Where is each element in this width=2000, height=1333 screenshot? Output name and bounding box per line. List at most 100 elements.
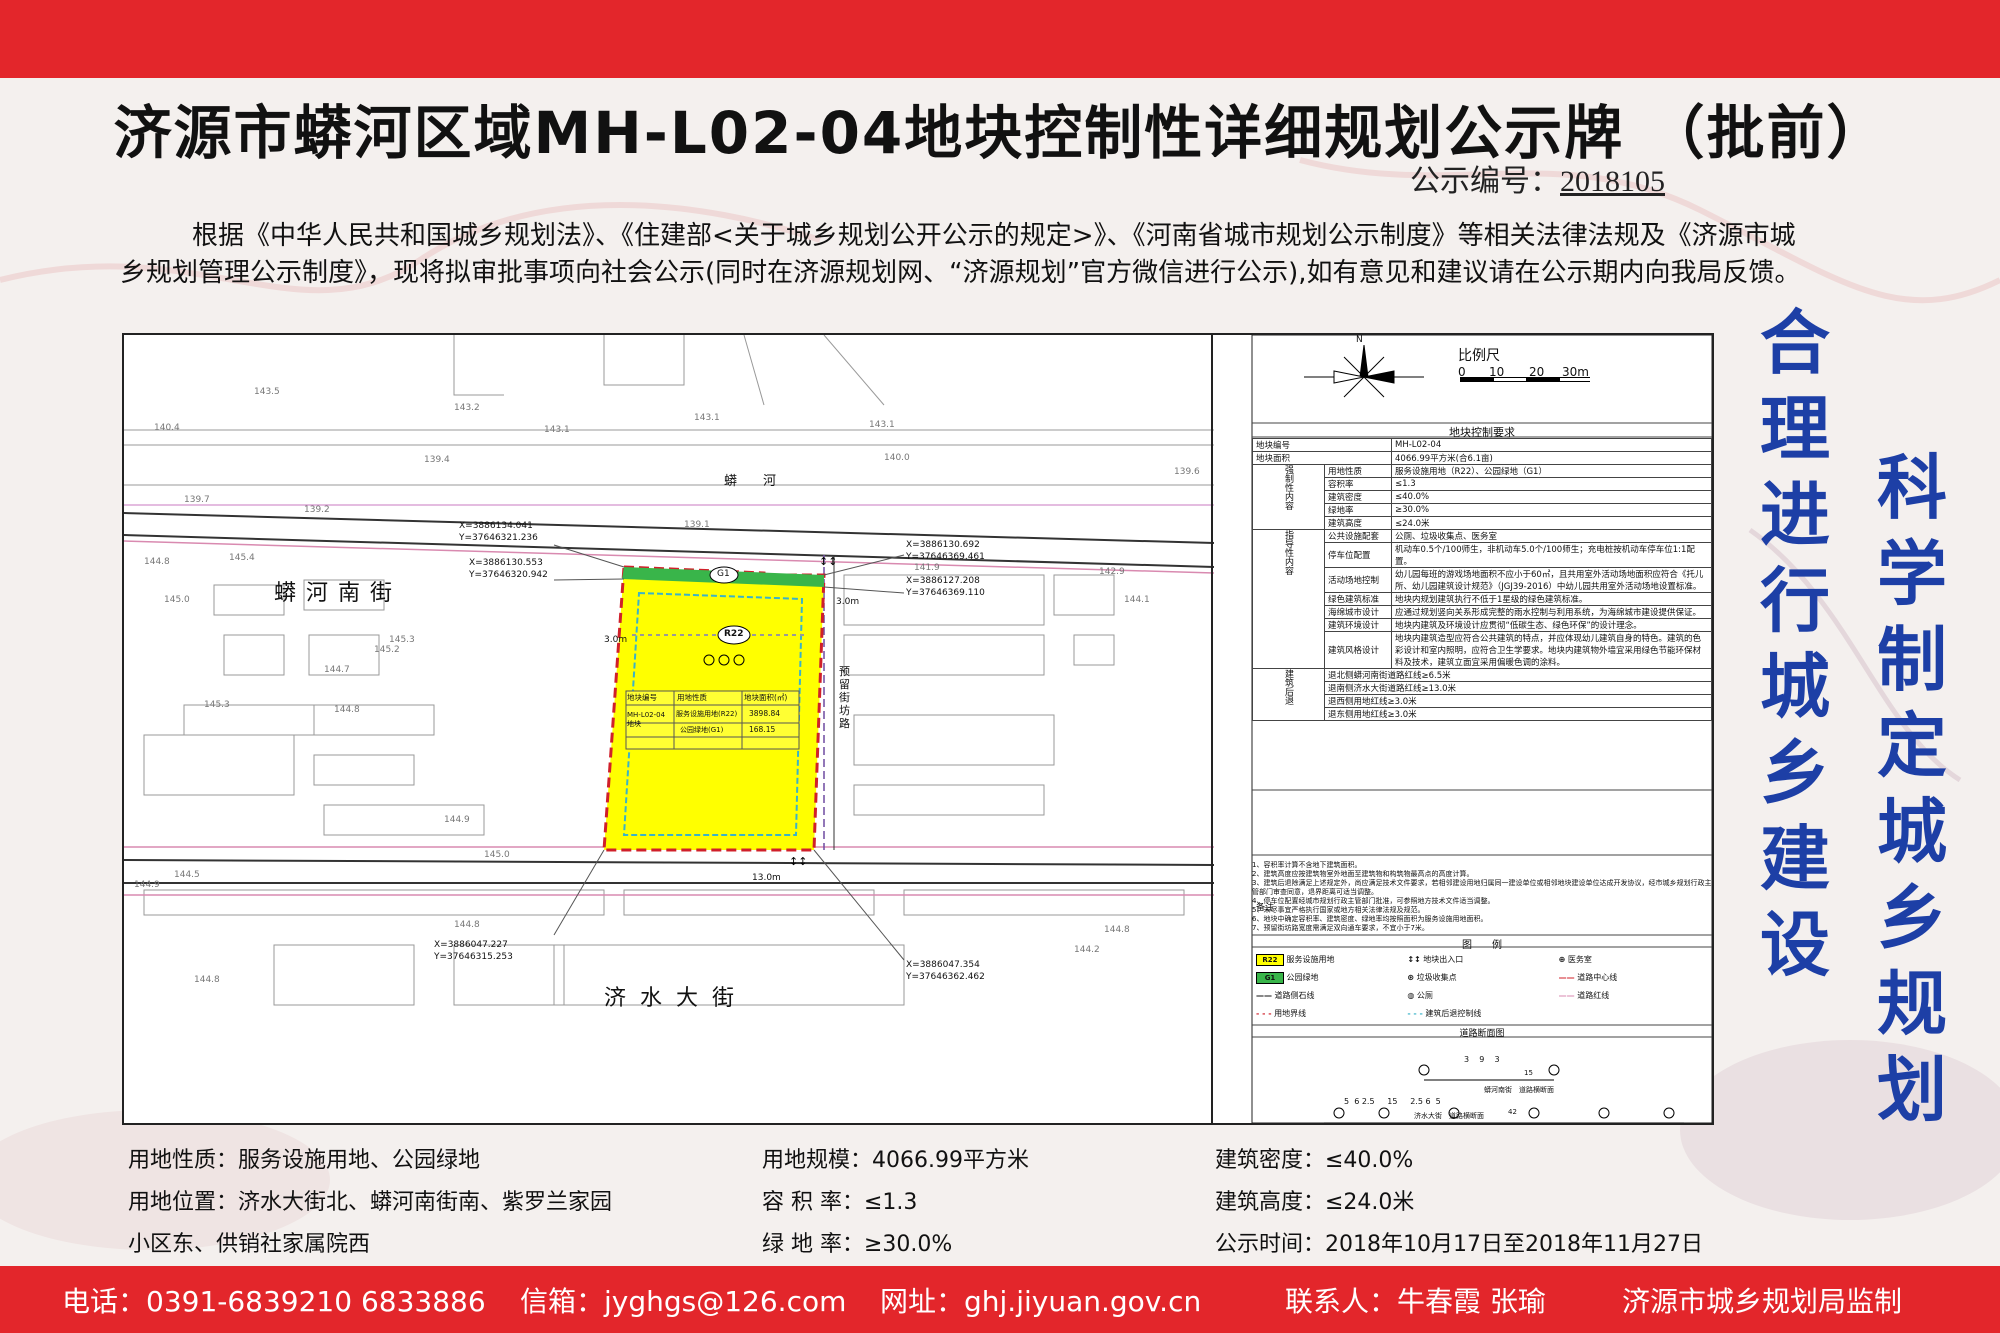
coord-4-y: Y=37646369.110 — [906, 588, 985, 598]
building-density: 建筑密度：≤40.0% — [1215, 1148, 1414, 1173]
mandatory-label: 强制性内容 — [1252, 464, 1325, 530]
legend-item-setback: - - - 建筑后退控制线 — [1407, 1005, 1558, 1023]
scale-tick-10: 10 — [1489, 365, 1505, 379]
section1-total: 15 — [1524, 1069, 1533, 1077]
svg-text:↕↕: ↕↕ — [789, 855, 807, 868]
legend-item-r22: R22 服务设施用地 — [1256, 951, 1407, 969]
control-row: 地块编号 MH-L02-04 — [1252, 438, 1712, 452]
legend-item-centerline: —— 道路中心线 — [1559, 969, 1710, 987]
coord-3: X=3886130.692 Y=37646369.461 — [906, 539, 985, 563]
cell: 绿色建筑标准 — [1324, 592, 1392, 606]
cell: 地块面积 — [1252, 451, 1392, 465]
legend-title: 图 例 — [1462, 940, 1502, 951]
note-line: 7、预留街坊路宽度需满足双向通车要求，不宜小于7米。 — [1252, 924, 1429, 932]
slogan-right: 科学制定城乡规划 — [1877, 447, 1947, 1131]
plot-ratio: 容 积 率：≤1.3 — [762, 1190, 918, 1215]
coord-2: X=3886130.553 Y=37646320.942 — [469, 557, 548, 581]
legend-item-entrance: ↕↕ 地块出入口 — [1407, 951, 1558, 969]
elevation-label: 143.1 — [694, 413, 720, 423]
elevation-label: 144.8 — [1104, 925, 1130, 935]
coord-6-y: Y=37646362.462 — [906, 972, 985, 982]
legend-item-g1: G1 公园绿地 — [1256, 969, 1407, 987]
publication-number-value: 2018105 — [1560, 165, 1665, 198]
inner-table-r2-type: 公园绿地(G1) — [680, 726, 724, 734]
elevation-label: 140.0 — [884, 453, 910, 463]
cell: 退南侧济水大街道路红线≥13.0米 — [1324, 681, 1712, 695]
clinic-icon: ⊕ — [1558, 955, 1566, 964]
legend-label: 医务室 — [1567, 955, 1592, 964]
section2-dims: 5 6 2.5 15 2.5 6 5 — [1344, 1097, 1441, 1106]
inner-table-h2: 用地性质 — [677, 693, 707, 702]
note-line: 1、容积率计算不含地下建筑面积。 — [1252, 861, 1362, 869]
legend-label: 道路中心线 — [1577, 973, 1618, 982]
footer-email[interactable]: 信箱：jyghgs@126.com — [520, 1280, 846, 1320]
cell: 退西侧用地红线≥3.0米 — [1324, 694, 1712, 708]
section1-dim: 3 — [1494, 1055, 1500, 1064]
scale-title: 比例尺 — [1458, 348, 1500, 364]
coord-5-x: X=3886047.227 — [434, 940, 508, 950]
cell: 地块内规划建筑执行不低于1星级的绿色建筑标准。 — [1391, 592, 1712, 606]
elevation-label: 139.2 — [304, 505, 330, 515]
land-scale: 用地规模：4066.99平方米 — [762, 1148, 1029, 1173]
note-line: 6、地块中确定容积率、建筑密度、绿地率均按照面积为服务设施用地面积。 — [1252, 915, 1488, 923]
cell: ≤1.3 — [1391, 477, 1712, 491]
cell: 建筑风格设计 — [1324, 631, 1392, 669]
toilet-icon: ◍ — [1407, 991, 1415, 1000]
footer-website[interactable]: 网址：ghj.jiyuan.gov.cn — [880, 1280, 1201, 1320]
coord-5: X=3886047.227 Y=37646315.253 — [434, 939, 513, 963]
cell: 建筑环境设计 — [1324, 618, 1392, 632]
elevation-label: 144.9 — [444, 815, 470, 825]
elevation-label: 142.9 — [1099, 567, 1125, 577]
section2-dim: 5 — [1344, 1097, 1350, 1106]
cell: ≥30.0% — [1391, 503, 1712, 517]
publicity-period: 公示时间：2018年10月17日至2018年11月27日 — [1215, 1232, 1703, 1257]
inner-table-r1-type: 服务设施用地(R22) — [676, 710, 738, 718]
legend-g1-swatch: G1 — [1256, 972, 1284, 984]
legend-item-redline: —— 道路红线 — [1559, 987, 1710, 1005]
legend-item-boundary: - - - 用地界线 — [1256, 1005, 1407, 1023]
cell: 机动车0.5个/100师生，非机动车5.0个/100师生；充电桩按机动车停车位1… — [1391, 542, 1712, 568]
inner-table-h3: 地块面积(㎡) — [744, 693, 788, 702]
cell: 建筑高度 — [1324, 516, 1392, 530]
section2-name: 济水大街 道路横断面 — [1414, 1112, 1484, 1120]
page-title: 济源市蟒河区域MH-L02-04地块控制性详细规划公示牌 （批前） — [113, 99, 1887, 167]
legend-label: 服务设施用地 — [1286, 955, 1335, 964]
bottom-col-1: 用地性质：服务设施用地、公园绿地 用地位置：济水大街北、蟒河南街南、紫罗兰家园 … — [128, 1140, 612, 1266]
top-banner — [0, 0, 2000, 78]
road-label-north: 蟒河南街 — [274, 581, 403, 606]
legend-label: 地块出入口 — [1423, 955, 1464, 964]
river-label: 蟒 河 — [724, 474, 777, 489]
coord-6: X=3886047.354 Y=37646362.462 — [906, 959, 985, 983]
elevation-label: 139.7 — [184, 495, 210, 505]
elevation-label: 145.4 — [229, 553, 255, 563]
location-cont: 小区东、供销社家属院西 — [128, 1232, 371, 1257]
elevation-label: 144.8 — [144, 557, 170, 567]
elevation-label: 144.8 — [334, 705, 360, 715]
r22-label: R22 — [724, 629, 744, 639]
cell: 用地性质 — [1324, 464, 1392, 478]
note-line: 2、建筑高度应按建筑物室外地面至建筑物和构筑物最高点的高度计算。 — [1252, 870, 1474, 878]
dim-east: 3.0m — [836, 597, 860, 607]
location: 用地位置：济水大街北、蟒河南街南、紫罗兰家园 — [128, 1190, 613, 1215]
bottom-col-3: 建筑密度：≤40.0% 建筑高度：≤24.0米 公示时间：2018年10月17日… — [1215, 1140, 1703, 1266]
elevation-label: 140.4 — [154, 423, 180, 433]
elevation-label: 144.7 — [324, 665, 350, 675]
legend-item-clinic: ⊕ 医务室 — [1559, 951, 1710, 969]
dim-south: 13.0m — [752, 873, 781, 883]
footer-contact: 联系人：牛春霞 张瑜 — [1285, 1285, 1546, 1318]
section2-dim: 5 — [1435, 1097, 1441, 1106]
g1-label: G1 — [717, 569, 730, 579]
svg-text:↕↕: ↕↕ — [819, 555, 837, 568]
cell: 应通过规划竖向关系形成完整的雨水控制与利用系统，为海绵城市建设提供保证。 — [1391, 605, 1712, 619]
legend-item-trash: ⊛ 垃圾收集点 — [1407, 969, 1558, 987]
legend-label: 公厕 — [1416, 991, 1433, 1000]
elevation-label: 143.2 — [454, 403, 480, 413]
section1-name: 蟒河南街 道路横断面 — [1484, 1086, 1554, 1094]
cell: 公共设施配套 — [1324, 529, 1392, 543]
coord-3-x: X=3886130.692 — [906, 540, 980, 550]
cell: MH-L02-04 — [1391, 438, 1712, 452]
inner-table-r1-area: 3898.84 — [749, 709, 781, 718]
dim-west: 3.0m — [604, 635, 628, 645]
cell: 服务设施用地（R22）、公园绿地（G1） — [1391, 464, 1712, 478]
plan-map-frame: ↕↕ ↕↕ 蟒河南街 济水大街 蟒 河 预留街坊路 X=3886134.041 … — [122, 333, 1714, 1125]
